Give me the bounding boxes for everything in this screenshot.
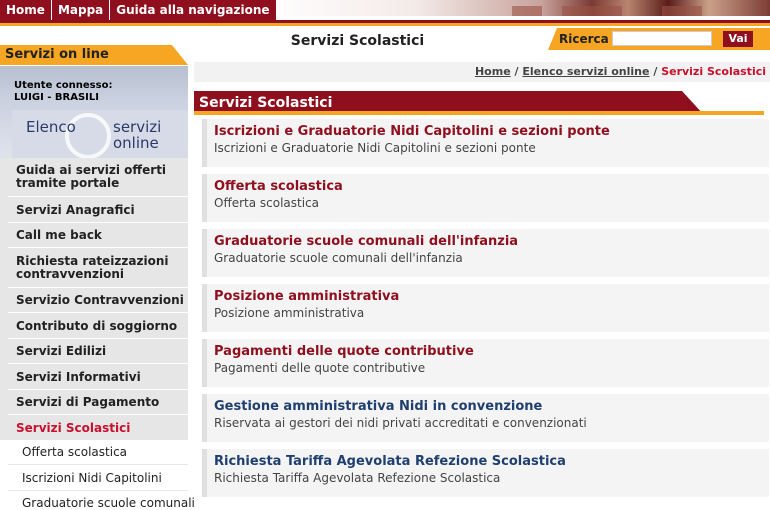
service-title[interactable]: Pagamenti delle quote contributive	[214, 344, 474, 360]
sidebar-item-soggiorno[interactable]: Contributo di soggiorno	[16, 320, 184, 333]
search-button[interactable]: Vai	[723, 31, 753, 47]
breadcrumb-current: Servizi Scolastici	[661, 65, 766, 78]
service-title[interactable]: Iscrizioni e Graduatorie Nidi Capitolini…	[214, 124, 610, 140]
sidebar-item-rateizzazioni[interactable]: Richiesta rateizzazioni contravvenzioni	[16, 255, 184, 281]
service-title[interactable]: Graduatorie scuole comunali dell'infanzi…	[214, 234, 518, 250]
sidebar-divider	[8, 312, 188, 313]
service-description: Riservata ai gestori dei nidi privati ac…	[214, 416, 587, 430]
search-input[interactable]	[612, 31, 712, 46]
breadcrumb-separator: /	[514, 65, 519, 78]
search-label: Ricerca	[559, 32, 609, 46]
sidebar-divider	[8, 222, 188, 223]
breadcrumb-elenco[interactable]: Elenco servizi online	[522, 65, 649, 78]
service-description: Richiesta Tariffa Agevolata Refezione Sc…	[214, 471, 501, 485]
sidebar-subitem-iscrizioni[interactable]: Iscrizioni Nidi Capitolini	[22, 472, 162, 485]
sidebar-divider	[8, 338, 188, 339]
sidebar-item-anagrafici[interactable]: Servizi Anagrafici	[16, 204, 184, 217]
sidebar-title: Servizi on line	[5, 47, 109, 62]
user-label: Utente connesso:	[14, 80, 113, 91]
sidebar-divider	[8, 196, 188, 197]
elenco-banner-word-3: online	[113, 134, 159, 152]
sidebar-divider	[8, 414, 188, 415]
sidebar-item-call-me-back[interactable]: Call me back	[16, 229, 184, 242]
service-description: Posizione amministrativa	[214, 306, 365, 320]
top-nav-guida[interactable]: Guida alla navigazione	[110, 0, 275, 20]
section-title: Servizi Scolastici	[199, 95, 333, 111]
service-title[interactable]: Posizione amministrativa	[214, 289, 399, 305]
service-description: Pagamenti delle quote contributive	[214, 361, 426, 375]
service-description: Offerta scolastica	[214, 196, 320, 210]
sidebar-item-edilizi[interactable]: Servizi Edilizi	[16, 345, 184, 358]
sidebar-item-contravvenzioni[interactable]: Servizio Contravvenzioni	[16, 294, 184, 307]
sidebar-divider	[8, 363, 188, 364]
breadcrumb: Home / Elenco servizi online / Servizi S…	[475, 62, 766, 82]
sidebar-divider	[8, 287, 188, 288]
user-name: LUIGI - BRASILI	[14, 92, 99, 103]
top-nav: Home Mappa Guida alla navigazione	[0, 0, 276, 20]
service-title[interactable]: Offerta scolastica	[214, 179, 343, 195]
sidebar-subdivider	[8, 490, 188, 491]
top-nav-mappa[interactable]: Mappa	[52, 0, 111, 20]
sidebar-item-pagamento[interactable]: Servizi di Pagamento	[16, 396, 184, 409]
sidebar-divider	[8, 247, 188, 248]
header-banner-image	[262, 0, 770, 16]
service-description: Graduatorie scuole comunali dell'infanzi…	[214, 251, 463, 265]
breadcrumb-separator: /	[653, 65, 658, 78]
sidebar-subdivider	[8, 464, 188, 465]
sidebar-item-informativi[interactable]: Servizi Informativi	[16, 371, 184, 384]
elenco-banner-word-1: Elenco	[26, 118, 76, 136]
top-nav-home[interactable]: Home	[0, 0, 52, 20]
service-title[interactable]: Richiesta Tariffa Agevolata Refezione Sc…	[214, 454, 566, 470]
sidebar-divider	[8, 389, 188, 390]
service-title[interactable]: Gestione amministrativa Nidi in convenzi…	[214, 399, 542, 415]
sidebar-item-scolastici[interactable]: Servizi Scolastici	[16, 422, 184, 435]
sidebar-subitem-graduatorie[interactable]: Graduatorie scuole comunali	[22, 497, 195, 510]
service-description: Iscrizioni e Graduatorie Nidi Capitolini…	[214, 141, 536, 155]
sidebar-title-tab: Servizi on line	[0, 45, 188, 65]
sidebar-item-guida[interactable]: Guida ai servizi offerti tramite portale	[16, 164, 184, 190]
breadcrumb-home[interactable]: Home	[475, 65, 511, 78]
sidebar-subitem-offerta[interactable]: Offerta scolastica	[22, 446, 127, 459]
